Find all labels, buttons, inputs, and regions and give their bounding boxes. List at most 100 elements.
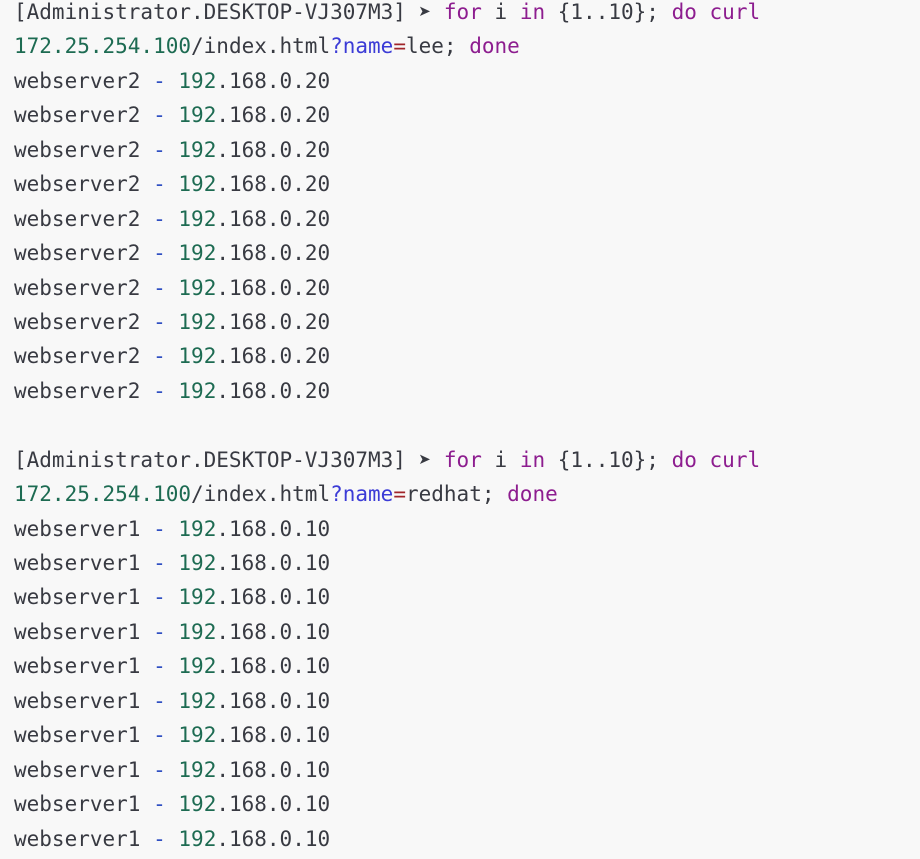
ip-rest: .168.0.20: [216, 344, 331, 369]
output-line: webserver2 - 192.168.0.20: [14, 374, 920, 408]
host-name: webserver1: [14, 516, 141, 541]
ip-rest: .168.0.20: [216, 241, 331, 266]
ip-rest: .168.0.10: [216, 585, 331, 610]
output-line: webserver1 - 192.168.0.10: [14, 580, 920, 614]
ip-first-octet: 192: [178, 654, 217, 679]
output-line: webserver2 - 192.168.0.20: [14, 133, 920, 167]
ip-first-octet: 192: [178, 275, 217, 300]
url-value: lee;: [405, 34, 457, 59]
ip-rest: .168.0.20: [216, 103, 331, 128]
host-name: webserver1: [14, 723, 141, 748]
separator: -: [153, 172, 166, 197]
separator: -: [153, 551, 166, 575]
keyword-done: done: [469, 34, 520, 59]
separator: -: [153, 792, 166, 817]
output-line: webserver1 - 192.168.0.10: [14, 718, 920, 752]
output-line: webserver2 - 192.168.0.20: [14, 339, 920, 373]
url-value: redhat;: [405, 482, 495, 507]
output-line: webserver2 - 192.168.0.20: [14, 305, 920, 339]
ip-rest: .168.0.10: [216, 688, 331, 713]
loop-variable: i: [494, 0, 508, 24]
ip-first-octet: 192: [178, 172, 217, 197]
ip-rest: .168.0.10: [216, 723, 331, 748]
separator: -: [153, 344, 166, 369]
ip-first-octet: 192: [178, 103, 217, 128]
ip-first-octet: 192: [178, 344, 217, 369]
url-equals: =: [393, 482, 406, 507]
keyword-in: in: [519, 0, 546, 24]
ip-first-octet: 192: [178, 723, 217, 748]
ip-first-octet: 192: [178, 792, 217, 817]
ip-rest: .168.0.10: [216, 826, 331, 851]
ip-first-octet: 192: [178, 619, 217, 644]
output-line: webserver1 - 192.168.0.10: [14, 615, 920, 649]
ip-rest: .168.0.20: [216, 309, 331, 334]
separator: -: [153, 241, 166, 266]
host-name: webserver2: [14, 137, 141, 162]
host-name: webserver1: [14, 757, 141, 782]
ip-first-octet: 192: [178, 68, 217, 93]
url-equals: =: [393, 34, 406, 59]
output-line: webserver2 - 192.168.0.20: [14, 271, 920, 305]
host-name: webserver1: [14, 551, 141, 575]
command-line-continued: 172.25.254.100/index.html?name=lee; done: [14, 29, 920, 63]
separator: -: [153, 275, 166, 300]
ip-first-octet: 192: [178, 309, 217, 334]
command-curl: curl: [709, 447, 761, 472]
host-name: webserver2: [14, 206, 141, 231]
host-name: webserver1: [14, 792, 141, 817]
host-name: webserver2: [14, 68, 141, 93]
ip-rest: .168.0.10: [216, 551, 331, 575]
host-name: webserver2: [14, 241, 141, 266]
keyword-for: for: [443, 447, 482, 472]
url-path: /index.html: [191, 482, 331, 507]
loop-range: {1..10};: [557, 0, 659, 24]
command-line: [Administrator.DESKTOP-VJ307M3] ➤ for i …: [14, 443, 920, 477]
ip-rest: .168.0.20: [216, 68, 331, 93]
keyword-done: done: [507, 482, 558, 507]
ip-first-octet: 192: [178, 241, 217, 266]
separator: -: [153, 516, 166, 541]
ip-first-octet: 192: [178, 516, 217, 541]
host-name: webserver1: [14, 619, 141, 644]
keyword-for: for: [443, 0, 482, 24]
output-line: webserver2 - 192.168.0.20: [14, 202, 920, 236]
ip-rest: .168.0.10: [216, 757, 331, 782]
separator: -: [153, 826, 166, 851]
separator: -: [153, 206, 166, 231]
separator: -: [153, 103, 166, 128]
url-param: name: [342, 482, 394, 507]
url-host: 172.25.254.100: [14, 34, 192, 59]
url-query-mark: ?: [330, 34, 343, 59]
separator: -: [153, 137, 166, 162]
output-line: webserver1 - 192.168.0.10: [14, 649, 920, 683]
ip-rest: .168.0.10: [216, 792, 331, 817]
separator: -: [153, 68, 166, 93]
url-param: name: [342, 34, 394, 59]
output-line: webserver1 - 192.168.0.10: [14, 753, 920, 787]
host-name: webserver2: [14, 103, 141, 128]
output-line: webserver1 - 192.168.0.10: [14, 822, 920, 856]
loop-range: {1..10};: [557, 447, 659, 472]
ip-rest: .168.0.10: [216, 619, 331, 644]
ip-first-octet: 192: [178, 378, 217, 403]
output-line: webserver1 - 192.168.0.10: [14, 512, 920, 546]
ip-first-octet: 192: [178, 757, 217, 782]
host-name: webserver1: [14, 585, 141, 610]
host-name: webserver2: [14, 378, 141, 403]
output-line: webserver1 - 192.168.0.10: [14, 684, 920, 718]
command-line: [Administrator.DESKTOP-VJ307M3] ➤ for i …: [14, 0, 920, 29]
ip-rest: .168.0.20: [216, 206, 331, 231]
separator: -: [153, 654, 166, 679]
host-name: webserver2: [14, 275, 141, 300]
host-name: webserver2: [14, 344, 141, 369]
ip-first-octet: 192: [178, 551, 217, 575]
keyword-do: do: [671, 447, 697, 472]
url-host: 172.25.254.100: [14, 482, 192, 507]
host-name: webserver1: [14, 688, 141, 713]
ip-rest: .168.0.10: [216, 654, 331, 679]
terminal-output: [Administrator.DESKTOP-VJ307M3] ➤ for i …: [0, 0, 920, 854]
prompt-arrow-icon: ➤: [418, 0, 432, 24]
host-name: webserver2: [14, 309, 141, 334]
